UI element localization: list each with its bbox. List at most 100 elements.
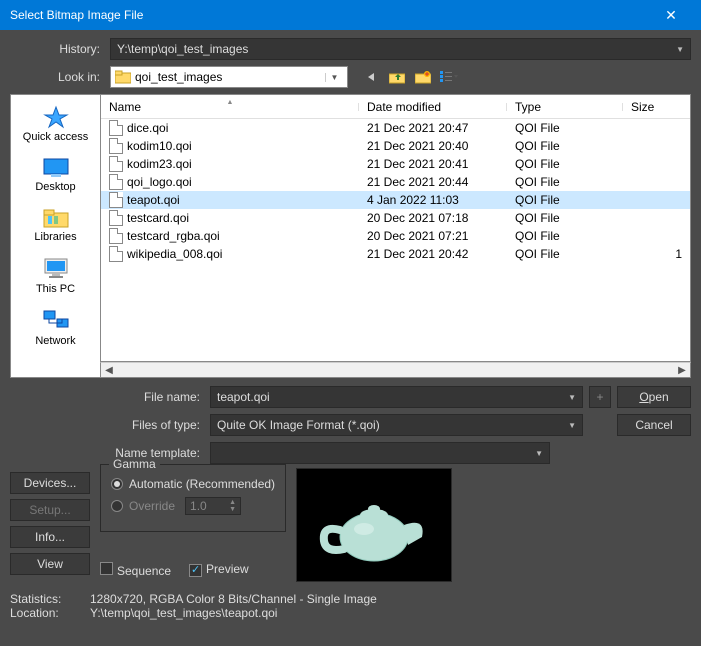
file-name: qoi_logo.qoi: [127, 175, 192, 189]
place-this-pc[interactable]: This PC: [11, 253, 100, 303]
file-date: 21 Dec 2021 20:42: [359, 247, 507, 261]
radio-unchecked-icon: [111, 500, 123, 512]
add-button[interactable]: +: [589, 386, 611, 408]
folder-icon: [115, 70, 131, 84]
files-of-type-label: Files of type:: [10, 418, 210, 432]
file-list-header: ▲Name Date modified Type Size: [101, 95, 690, 119]
setup-button: Setup...: [10, 499, 90, 521]
place-network[interactable]: Network: [11, 305, 100, 355]
history-value: Y:\temp\qoi_test_images: [117, 42, 248, 56]
file-name: testcard_rgba.qoi: [127, 229, 220, 243]
file-type: QOI File: [507, 229, 623, 243]
file-date: 4 Jan 2022 11:03: [359, 193, 507, 207]
history-dropdown[interactable]: Y:\temp\qoi_test_images ▼: [110, 38, 691, 60]
file-icon: [109, 138, 123, 154]
file-type: QOI File: [507, 211, 623, 225]
file-icon: [109, 210, 123, 226]
place-desktop[interactable]: Desktop: [11, 153, 100, 201]
place-libraries[interactable]: Libraries: [11, 203, 100, 251]
titlebar: Select Bitmap Image File ✕: [0, 0, 701, 30]
file-icon: [109, 246, 123, 262]
info-button[interactable]: Info...: [10, 526, 90, 548]
horizontal-scrollbar[interactable]: ◀ ▶: [100, 362, 691, 378]
view-menu-button[interactable]: [438, 66, 460, 88]
file-name-input[interactable]: teapot.qoi ▼: [210, 386, 583, 408]
files-of-type-value: Quite OK Image Format (*.qoi): [217, 418, 380, 432]
statistics-value: 1280x720, RGBA Color 8 Bits/Channel - Si…: [90, 592, 377, 606]
file-type: QOI File: [507, 139, 623, 153]
gamma-legend: Gamma: [109, 457, 160, 471]
file-date: 21 Dec 2021 20:40: [359, 139, 507, 153]
places-bar: Quick access Desktop Libraries This PC N…: [10, 94, 100, 378]
file-list[interactable]: ▲Name Date modified Type Size dice.qoi 21…: [100, 94, 691, 362]
gamma-group: Gamma Automatic (Recommended) Override 1…: [100, 464, 286, 532]
file-name: kodim23.qoi: [127, 157, 192, 171]
sequence-checkbox[interactable]: Sequence: [100, 562, 171, 578]
chevron-down-icon: ▼: [535, 449, 543, 458]
file-row[interactable]: kodim10.qoi 21 Dec 2021 20:40QOI File: [101, 137, 690, 155]
look-in-label: Look in:: [10, 70, 110, 84]
file-type: QOI File: [507, 121, 623, 135]
open-button[interactable]: Open: [617, 386, 691, 408]
gamma-override-radio[interactable]: Override 1.0 ▲▼: [111, 497, 275, 515]
file-date: 21 Dec 2021 20:47: [359, 121, 507, 135]
file-row[interactable]: testcard.qoi 20 Dec 2021 07:18QOI File: [101, 209, 690, 227]
file-type: QOI File: [507, 193, 623, 207]
history-label: History:: [10, 42, 110, 56]
close-button[interactable]: ✕: [651, 7, 691, 24]
location-value: Y:\temp\qoi_test_images\teapot.qoi: [90, 606, 277, 620]
devices-button[interactable]: Devices...: [10, 472, 90, 494]
checkbox-unchecked-icon: [100, 562, 113, 575]
file-date: 20 Dec 2021 07:18: [359, 211, 507, 225]
statistics-label: Statistics:: [10, 592, 90, 606]
file-name: dice.qoi: [127, 121, 168, 135]
chevron-down-icon: ▼: [568, 421, 576, 430]
column-size[interactable]: Size: [623, 100, 690, 114]
file-icon: [109, 120, 123, 136]
column-type[interactable]: Type: [507, 100, 623, 114]
file-name: wikipedia_008.qoi: [127, 247, 222, 261]
file-row[interactable]: kodim23.qoi21 Dec 2021 20:41QOI File: [101, 155, 690, 173]
checkbox-checked-icon: [189, 564, 202, 577]
chevron-down-icon: ▼: [325, 73, 343, 82]
file-row[interactable]: wikipedia_008.qoi21 Dec 2021 20:42QOI Fi…: [101, 245, 690, 263]
file-icon: [109, 192, 123, 208]
file-name: testcard.qoi: [127, 211, 189, 225]
view-button[interactable]: View: [10, 553, 90, 575]
column-name[interactable]: ▲Name: [101, 100, 359, 114]
preview-pane: [296, 468, 452, 582]
file-row[interactable]: dice.qoi 21 Dec 2021 20:47QOI File: [101, 119, 690, 137]
file-date: 21 Dec 2021 20:44: [359, 175, 507, 189]
file-date: 20 Dec 2021 07:21: [359, 229, 507, 243]
back-button[interactable]: [360, 66, 382, 88]
new-folder-button[interactable]: [412, 66, 434, 88]
file-icon: [109, 156, 123, 172]
file-row[interactable]: testcard_rgba.qoi 20 Dec 2021 07:21QOI Fi…: [101, 227, 690, 245]
file-size: 1: [623, 247, 690, 261]
file-row[interactable]: qoi_logo.qoi 21 Dec 2021 20:44QOI File: [101, 173, 690, 191]
look-in-dropdown[interactable]: qoi_test_images ▼: [110, 66, 348, 88]
gamma-override-spinner: 1.0 ▲▼: [185, 497, 241, 515]
preview-checkbox[interactable]: Preview: [189, 562, 249, 578]
file-name: kodim10.qoi: [127, 139, 192, 153]
window-title: Select Bitmap Image File: [10, 8, 651, 22]
gamma-automatic-radio[interactable]: Automatic (Recommended): [111, 477, 275, 491]
place-quick-access[interactable]: Quick access: [11, 101, 100, 151]
radio-checked-icon: [111, 478, 123, 490]
file-type: QOI File: [507, 175, 623, 189]
chevron-down-icon: ▼: [568, 393, 576, 402]
file-icon: [109, 174, 123, 190]
sort-asc-icon: ▲: [227, 99, 234, 106]
file-row[interactable]: teapot.qoi 4 Jan 2022 11:03QOI File: [101, 191, 690, 209]
cancel-button[interactable]: Cancel: [617, 414, 691, 436]
file-icon: [109, 228, 123, 244]
up-folder-button[interactable]: [386, 66, 408, 88]
location-label: Location:: [10, 606, 90, 620]
scroll-right-icon[interactable]: ▶: [674, 365, 690, 376]
name-template-dropdown[interactable]: ▼: [210, 442, 550, 464]
files-of-type-dropdown[interactable]: Quite OK Image Format (*.qoi) ▼: [210, 414, 583, 436]
file-name-label: File name:: [10, 390, 210, 404]
scroll-left-icon[interactable]: ◀: [101, 365, 117, 376]
column-date[interactable]: Date modified: [359, 100, 507, 114]
file-name: teapot.qoi: [127, 193, 180, 207]
